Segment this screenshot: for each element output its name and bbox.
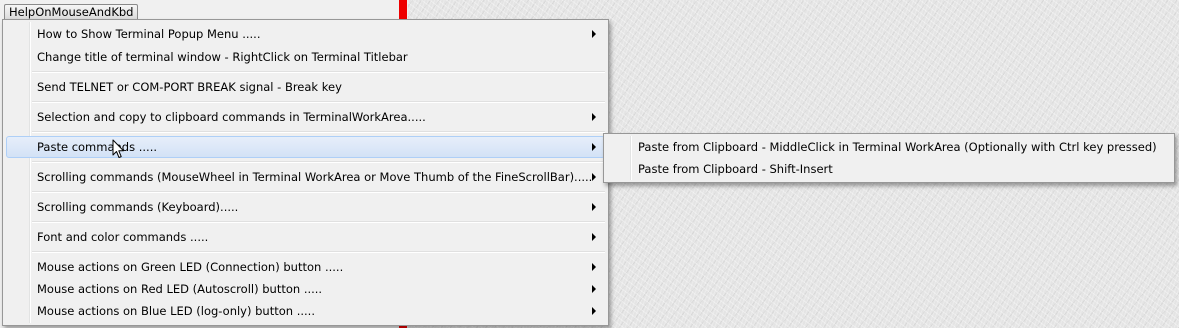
menu-item-scrolling-keyboard[interactable]: Scrolling commands (Keyboard).....: [6, 196, 605, 218]
menu-item-change-title[interactable]: Change title of terminal window - RightC…: [6, 46, 605, 68]
menu-item-label: Paste from Clipboard - MiddleClick in Te…: [638, 140, 1157, 154]
submenu-item-paste-shift-insert[interactable]: Paste from Clipboard - Shift-Insert: [607, 158, 1171, 180]
submenu-arrow-icon: [592, 263, 596, 271]
menu-item-green-led[interactable]: Mouse actions on Green LED (Connection) …: [6, 256, 605, 278]
submenu-arrow-icon: [592, 233, 596, 241]
submenu-arrow-icon: [592, 30, 596, 38]
submenu-arrow-icon: [592, 203, 596, 211]
menu-item-show-popup[interactable]: How to Show Terminal Popup Menu .....: [6, 23, 605, 45]
menu-separator: [32, 221, 605, 223]
menu-separator: [32, 251, 605, 253]
arrow-pointer-icon: [112, 139, 124, 158]
paste-submenu: Paste from Clipboard - MiddleClick in Te…: [603, 133, 1175, 183]
menu-item-paste-commands[interactable]: Paste commands .....: [6, 136, 605, 158]
menu-item-label: Scrolling commands (MouseWheel in Termin…: [37, 170, 593, 184]
menu-item-send-break[interactable]: Send TELNET or COM-PORT BREAK signal - B…: [6, 76, 605, 98]
submenu-arrow-icon: [592, 113, 596, 121]
submenu-arrow-icon: [592, 307, 596, 315]
menu-item-label: Send TELNET or COM-PORT BREAK signal - B…: [37, 80, 342, 94]
menu-item-label: Paste from Clipboard - Shift-Insert: [638, 162, 833, 176]
menu-item-label: Scrolling commands (Keyboard).....: [37, 200, 239, 214]
menu-item-label: Paste commands .....: [37, 140, 158, 154]
menu-item-label: Mouse actions on Red LED (Autoscroll) bu…: [37, 282, 323, 296]
popup-menu: How to Show Terminal Popup Menu ..... Ch…: [2, 19, 609, 326]
submenu-arrow-icon: [592, 143, 596, 151]
menu-separator: [32, 191, 605, 193]
menu-item-label: Change title of terminal window - RightC…: [37, 50, 408, 64]
menu-item-label: Font and color commands .....: [37, 230, 209, 244]
menu-item-label: Mouse actions on Green LED (Connection) …: [37, 260, 344, 274]
menu-separator: [32, 131, 605, 133]
menu-separator: [32, 71, 605, 73]
menu-item-red-led[interactable]: Mouse actions on Red LED (Autoscroll) bu…: [6, 278, 605, 300]
menu-item-label: How to Show Terminal Popup Menu .....: [37, 27, 261, 41]
menu-item-font-color[interactable]: Font and color commands .....: [6, 226, 605, 248]
menu-item-selection-copy[interactable]: Selection and copy to clipboard commands…: [6, 106, 605, 128]
menu-item-scrolling-mouse[interactable]: Scrolling commands (MouseWheel in Termin…: [6, 166, 605, 188]
submenu-item-paste-middleclick[interactable]: Paste from Clipboard - MiddleClick in Te…: [607, 136, 1171, 158]
submenu-arrow-icon: [592, 173, 596, 181]
menu-item-label: Mouse actions on Blue LED (log-only) but…: [37, 304, 315, 318]
submenu-arrow-icon: [592, 285, 596, 293]
menu-separator: [32, 101, 605, 103]
menu-separator: [32, 161, 605, 163]
menu-item-blue-led[interactable]: Mouse actions on Blue LED (log-only) but…: [6, 300, 605, 322]
menu-item-label: Selection and copy to clipboard commands…: [37, 110, 426, 124]
